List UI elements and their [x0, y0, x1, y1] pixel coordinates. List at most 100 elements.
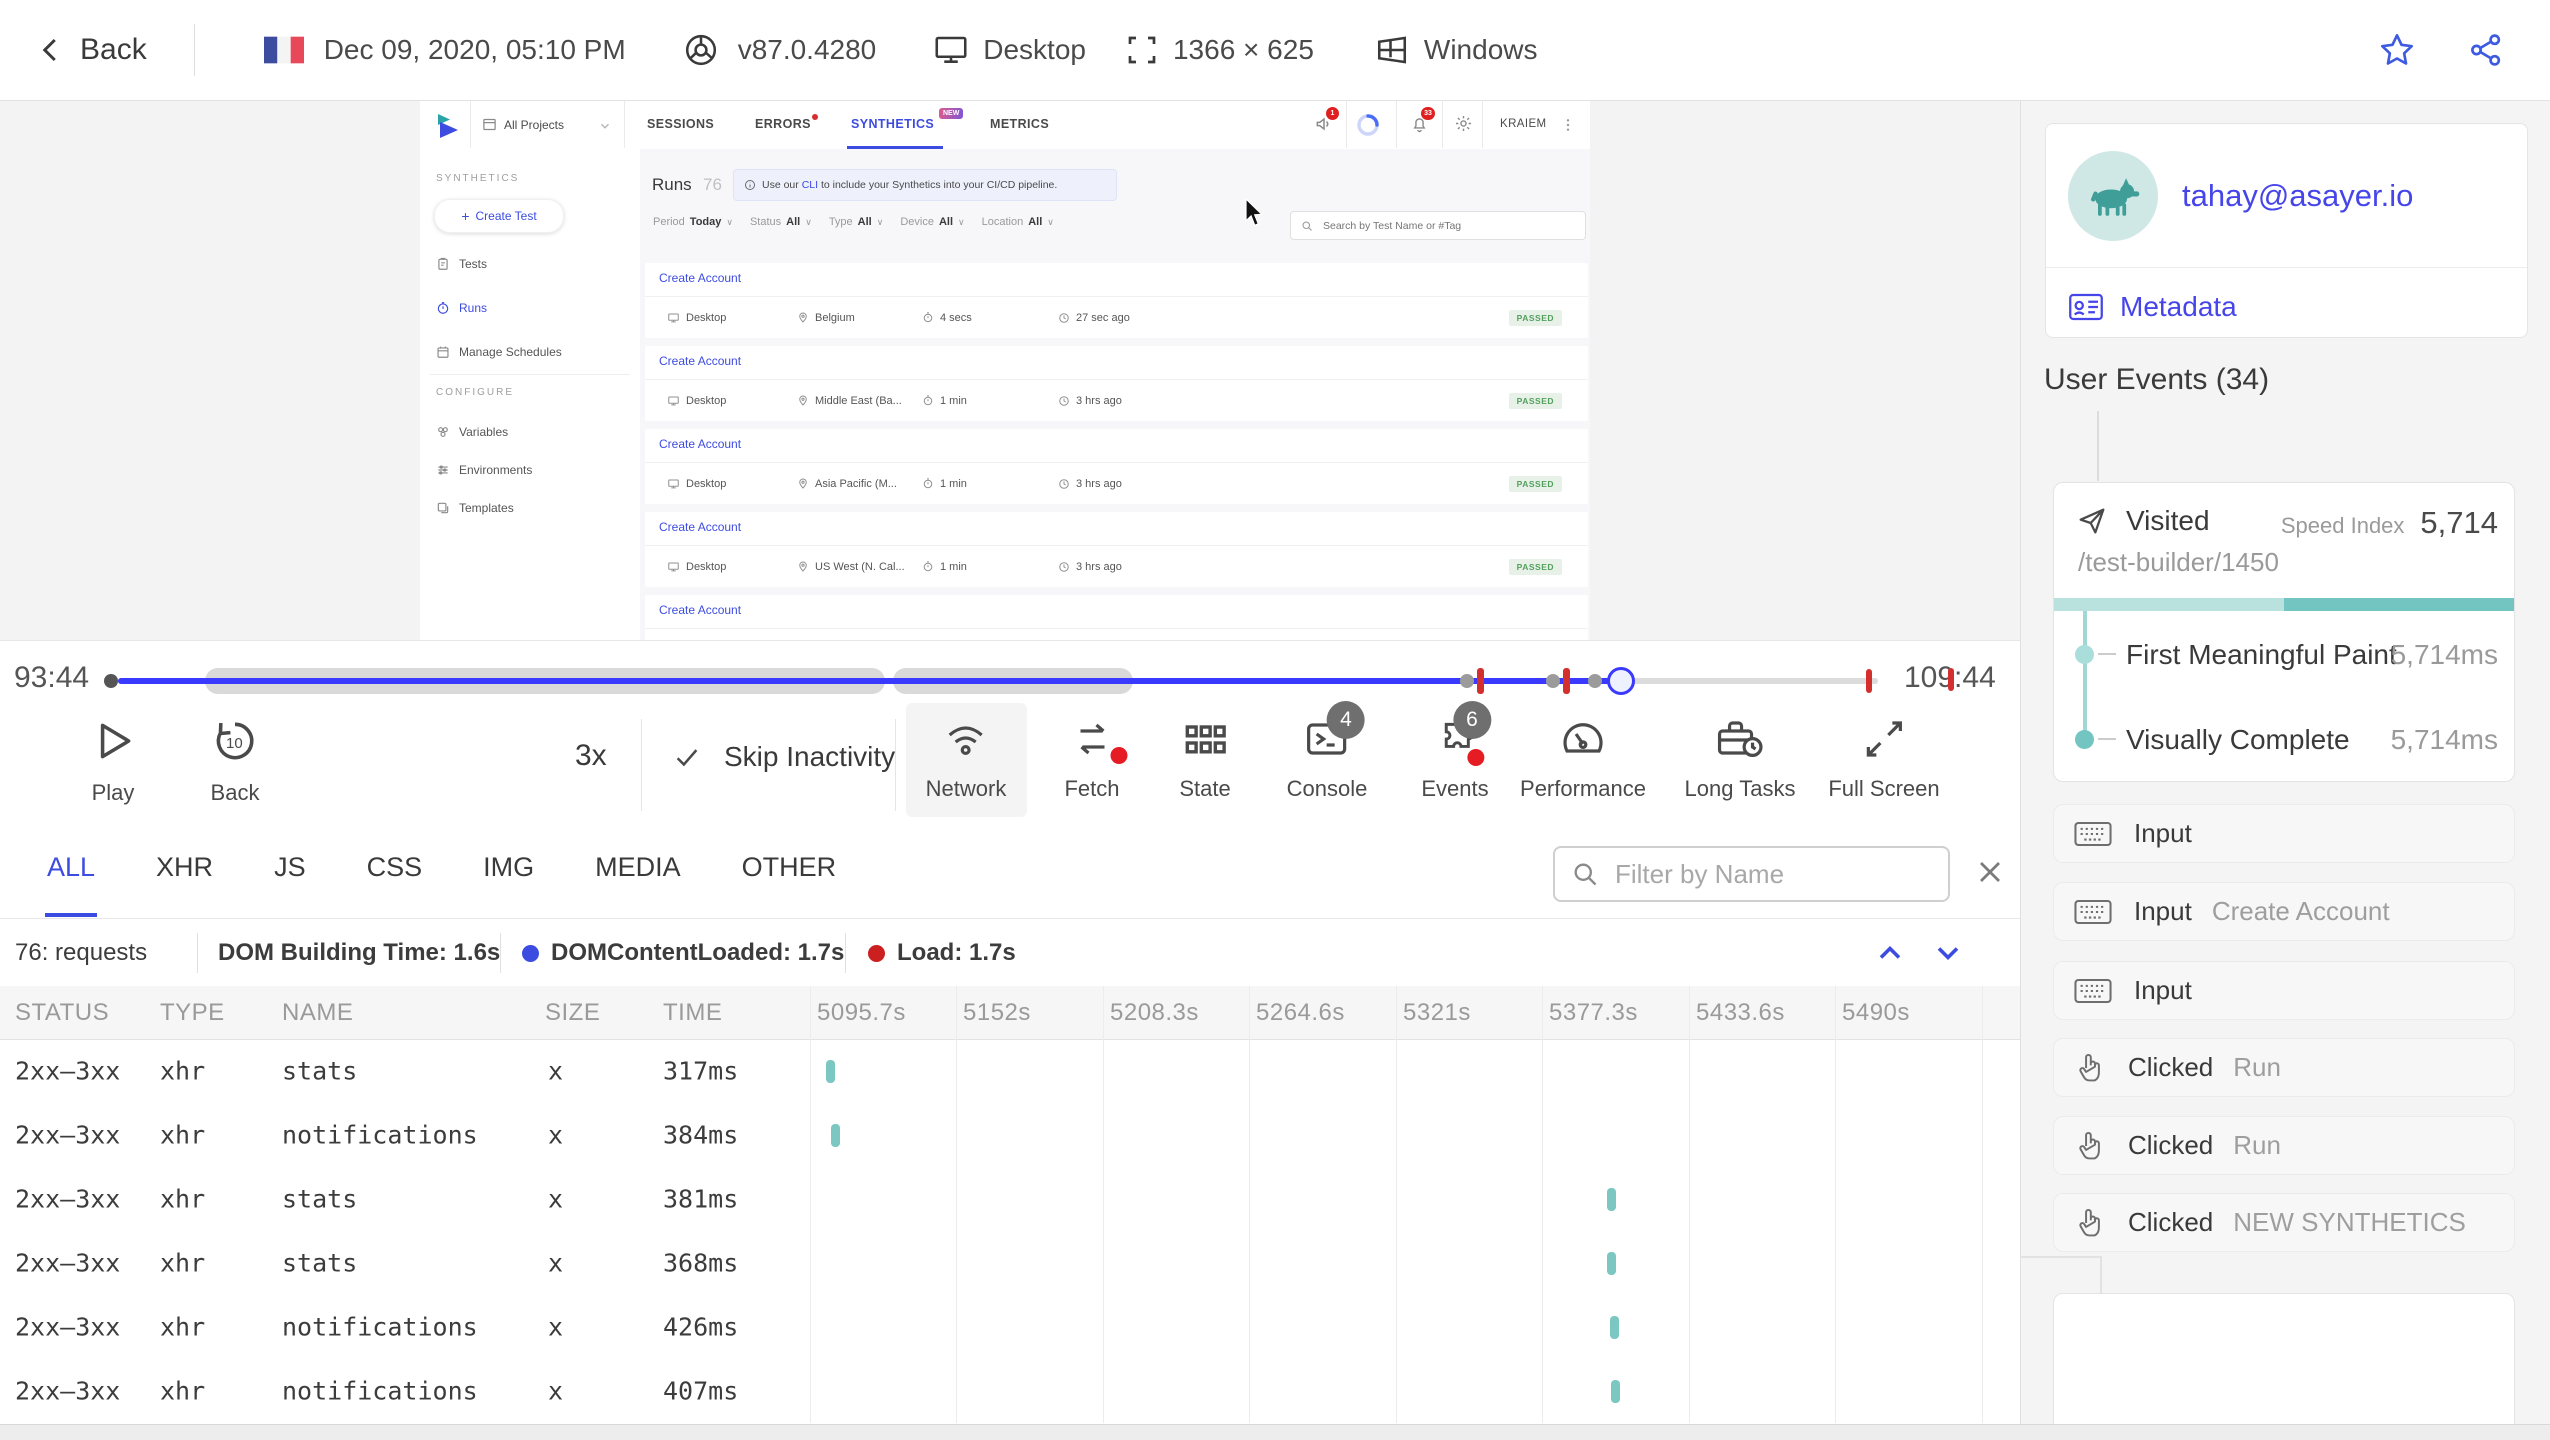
play-button[interactable]: Play	[88, 715, 138, 806]
network-stats-row: 76: requests DOM Building Time: 1.6s DOM…	[0, 918, 2020, 987]
metadata-button[interactable]: Metadata	[2068, 276, 2237, 338]
back-10s-button[interactable]: 10 Back	[210, 715, 260, 806]
filter-type[interactable]: Type All ∨	[829, 216, 884, 228]
network-filter-input[interactable]	[1613, 857, 1917, 891]
waterfall-tick-label: 5208.3s	[1110, 998, 1199, 1026]
event-card-input[interactable]: Input	[2053, 804, 2515, 863]
sidebar-item-variables[interactable]: Variables	[436, 425, 508, 439]
error-marker[interactable]	[1563, 668, 1570, 694]
status-badge: PASSED	[1508, 476, 1562, 492]
speed-toggle[interactable]: 3x	[575, 739, 607, 773]
event-card-input[interactable]: Input	[2053, 961, 2515, 1020]
error-marker[interactable]	[1866, 669, 1872, 693]
col-status[interactable]: STATUS	[15, 999, 109, 1027]
tab-all[interactable]: ALL	[45, 818, 98, 917]
run-row[interactable]: Create Account Desktop Canada (Central..…	[645, 595, 1588, 640]
fullscreen-button[interactable]: Full Screen	[1828, 715, 1940, 802]
event-card-click[interactable]: Clicked Run	[2053, 1116, 2515, 1175]
close-panel-icon[interactable]	[1972, 854, 2008, 890]
tab-js[interactable]: JS	[272, 818, 308, 917]
tab-metrics[interactable]: METRICS	[990, 117, 1049, 131]
performance-panel-button[interactable]: Performance	[1520, 715, 1646, 802]
run-name-link[interactable]: Create Account	[659, 271, 741, 285]
back-button[interactable]: Back	[36, 33, 147, 67]
network-filter-box[interactable]	[1553, 846, 1950, 902]
error-marker[interactable]	[1477, 668, 1484, 694]
chevron-down-icon[interactable]	[1930, 935, 1966, 971]
run-row[interactable]: Create Account Desktop Belgium 4 secs 27…	[645, 263, 1588, 338]
chevron-up-icon[interactable]	[1872, 935, 1908, 971]
tab-errors[interactable]: ERRORS	[755, 117, 811, 131]
long-tasks-panel-button[interactable]: Long Tasks	[1685, 715, 1795, 802]
tab-xhr[interactable]: XHR	[154, 818, 215, 917]
col-size[interactable]: SIZE	[545, 999, 600, 1027]
network-request-row[interactable]: 2xx–3xx xhr stats x 381ms	[0, 1167, 2020, 1231]
network-panel-button[interactable]: Network	[926, 715, 1006, 802]
kebab-menu-icon[interactable]	[1560, 116, 1576, 134]
test-search-box[interactable]	[1290, 211, 1586, 240]
events-panel-button[interactable]: 6 Events	[1421, 701, 1491, 802]
run-name-link[interactable]: Create Account	[659, 354, 741, 368]
console-badge: 4	[1327, 701, 1365, 739]
tab-img[interactable]: IMG	[481, 818, 536, 917]
network-request-row[interactable]: 2xx–3xx xhr stats x 368ms	[0, 1231, 2020, 1295]
state-panel-button[interactable]: State	[1179, 715, 1231, 802]
sidebar-item-runs[interactable]: Runs	[436, 301, 487, 315]
tab-media[interactable]: MEDIA	[593, 818, 683, 917]
sidebar-item-manage-schedules[interactable]: Manage Schedules	[436, 345, 562, 359]
project-selector[interactable]: All Projects	[504, 118, 564, 132]
info-icon	[744, 179, 756, 191]
filter-location[interactable]: Location All ∨	[982, 216, 1054, 228]
network-request-row[interactable]: 2xx–3xx xhr notifications x 384ms	[0, 1103, 2020, 1167]
run-name-link[interactable]: Create Account	[659, 520, 741, 534]
tab-css[interactable]: CSS	[365, 818, 425, 917]
event-card-input[interactable]: Input Create Account	[2053, 882, 2515, 941]
create-test-button[interactable]: + Create Test	[434, 199, 564, 233]
share-icon[interactable]	[2467, 31, 2505, 69]
run-row[interactable]: Create Account Desktop US West (N. Cal..…	[645, 512, 1588, 587]
sidebar-item-environments[interactable]: Environments	[436, 463, 532, 477]
sidebar-item-tests[interactable]: Tests	[436, 257, 487, 271]
filter-period[interactable]: Period Today ∨	[653, 216, 733, 228]
run-duration: 1 min	[922, 477, 1058, 490]
user-menu[interactable]: KRAIEM	[1500, 118, 1547, 130]
col-type[interactable]: TYPE	[160, 999, 225, 1027]
tab-other[interactable]: OTHER	[740, 818, 839, 917]
network-request-row[interactable]: 2xx–3xx xhr notifications x 426ms	[0, 1295, 2020, 1359]
filter-device[interactable]: Device All ∨	[900, 216, 964, 228]
replay-viewport: All Projects SESSIONS ERRORS SYNTHETICS …	[0, 101, 2020, 640]
cli-link[interactable]: CLI	[802, 179, 818, 191]
sidebar-item-templates[interactable]: Templates	[436, 501, 514, 515]
console-panel-button[interactable]: 4 Console	[1287, 701, 1367, 802]
announcements-badge: 1	[1326, 107, 1339, 120]
app-sidebar: SYNTHETICS + Create Test Tests Runs Manag…	[420, 149, 641, 640]
run-row[interactable]: Create Account Desktop Asia Pacific (M..…	[645, 429, 1588, 504]
run-name-link[interactable]: Create Account	[659, 603, 741, 617]
tab-sessions[interactable]: SESSIONS	[647, 117, 714, 131]
network-request-row[interactable]: 2xx–3xx xhr stats x 317ms	[0, 1039, 2020, 1103]
run-device: Desktop	[667, 395, 797, 407]
metric-value: 5,714ms	[2390, 724, 2498, 755]
visited-event-card[interactable]: Visited Speed Index 5,714 /test-builder/…	[2053, 482, 2515, 782]
user-email-link[interactable]: tahay@asayer.io	[2182, 178, 2413, 214]
status-badge: PASSED	[1508, 393, 1562, 409]
event-card-click[interactable]: Clicked NEW SYNTHETICS	[2053, 1193, 2515, 1252]
run-ago: 3 hrs ago	[1058, 561, 1122, 573]
playhead[interactable]	[1607, 667, 1635, 695]
test-search-input[interactable]	[1321, 218, 1565, 233]
network-request-row[interactable]: 2xx–3xx xhr notifications x 407ms	[0, 1359, 2020, 1423]
col-time[interactable]: TIME	[663, 999, 722, 1027]
gear-icon[interactable]	[1454, 114, 1473, 133]
error-marker[interactable]	[1948, 668, 1954, 691]
col-name[interactable]: NAME	[282, 999, 353, 1027]
event-card-click[interactable]: Clicked Run	[2053, 1038, 2515, 1097]
tab-synthetics[interactable]: SYNTHETICS	[851, 117, 934, 131]
network-tabs: ALL XHR JS CSS IMG MEDIA OTHER	[45, 818, 838, 917]
run-name-link[interactable]: Create Account	[659, 437, 741, 451]
play-icon	[88, 715, 138, 767]
run-row[interactable]: Create Account Desktop Middle East (Ba..…	[645, 346, 1588, 421]
filter-status[interactable]: Status All ∨	[750, 216, 812, 228]
skip-inactivity-toggle[interactable]: Skip Inactivity	[672, 741, 895, 773]
favorite-star-icon[interactable]	[2377, 30, 2417, 70]
fetch-panel-button[interactable]: Fetch	[1064, 715, 1127, 802]
